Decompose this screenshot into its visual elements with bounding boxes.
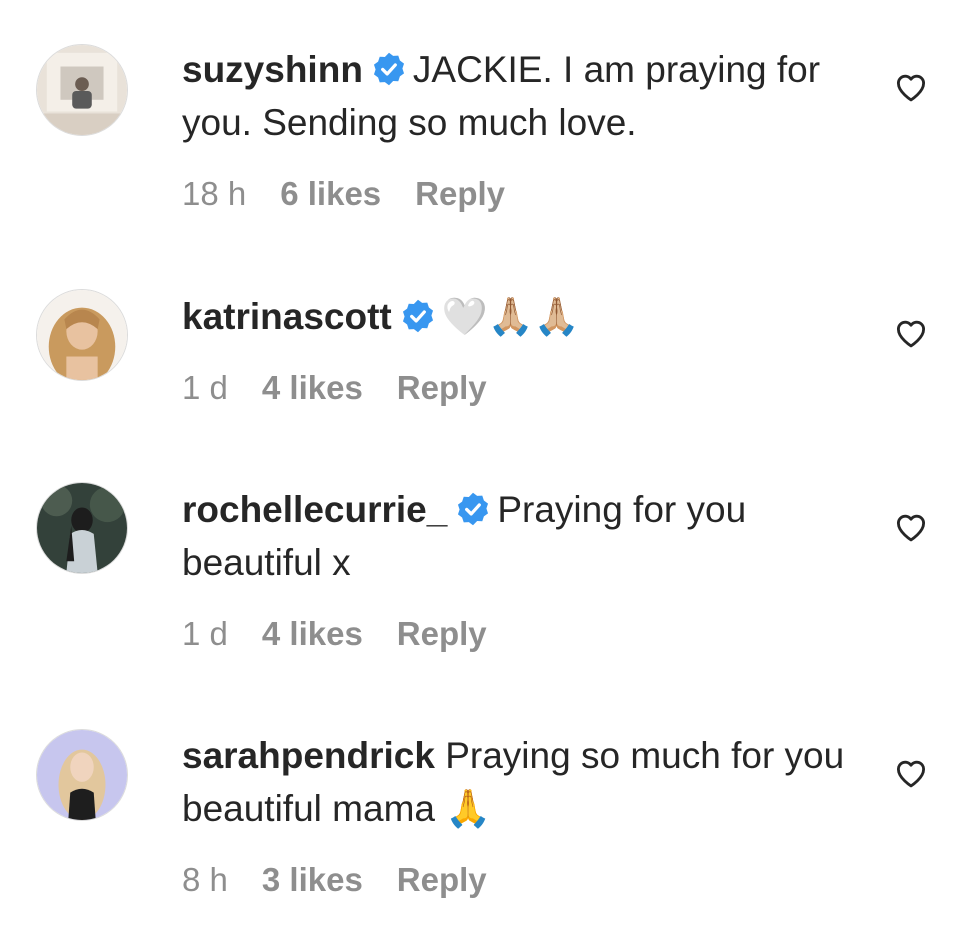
avatar[interactable] <box>36 482 128 574</box>
likes-count[interactable]: 3 likes <box>262 861 363 898</box>
heart-outline-icon[interactable] <box>893 755 929 791</box>
heart-outline-icon[interactable] <box>893 315 929 351</box>
username[interactable]: suzyshinn <box>182 49 363 90</box>
verified-badge-icon <box>400 298 436 334</box>
username[interactable]: rochellecurrie_ <box>182 489 447 530</box>
reply-button[interactable]: Reply <box>415 175 505 212</box>
avatar[interactable] <box>36 289 128 381</box>
heart-outline-icon[interactable] <box>893 509 929 545</box>
comment-body: rochellecurrie_ Praying for you beautiful… <box>182 483 872 589</box>
avatar[interactable] <box>36 729 128 821</box>
likes-count[interactable]: 4 likes <box>262 369 363 406</box>
comment-body: suzyshinn JACKIE. I am praying for you. S… <box>182 43 872 149</box>
username[interactable]: katrinascott <box>182 296 392 337</box>
comment-meta: 1 d 4 likes Reply <box>182 615 521 653</box>
username[interactable]: sarahpendrick <box>182 735 435 776</box>
timestamp: 18 h <box>182 175 247 212</box>
verified-badge-icon <box>455 491 491 527</box>
timestamp: 1 d <box>182 369 228 406</box>
likes-count[interactable]: 6 likes <box>280 175 381 212</box>
timestamp: 8 h <box>182 861 228 898</box>
comment-text: 🤍🙏🏼🙏🏼 <box>441 295 580 338</box>
reply-button[interactable]: Reply <box>397 615 487 652</box>
comment-meta: 1 d 4 likes Reply <box>182 369 521 407</box>
comment-body: katrinascott 🤍🙏🏼🙏🏼 <box>182 290 872 343</box>
heart-outline-icon[interactable] <box>893 69 929 105</box>
verified-badge-icon <box>371 51 407 87</box>
timestamp: 1 d <box>182 615 228 652</box>
reply-button[interactable]: Reply <box>397 861 487 898</box>
comment-meta: 8 h 3 likes Reply <box>182 861 521 899</box>
avatar[interactable] <box>36 44 128 136</box>
comment-body: sarahpendrick Praying so much for you be… <box>182 729 872 835</box>
reply-button[interactable]: Reply <box>397 369 487 406</box>
likes-count[interactable]: 4 likes <box>262 615 363 652</box>
comment-meta: 18 h 6 likes Reply <box>182 175 539 213</box>
